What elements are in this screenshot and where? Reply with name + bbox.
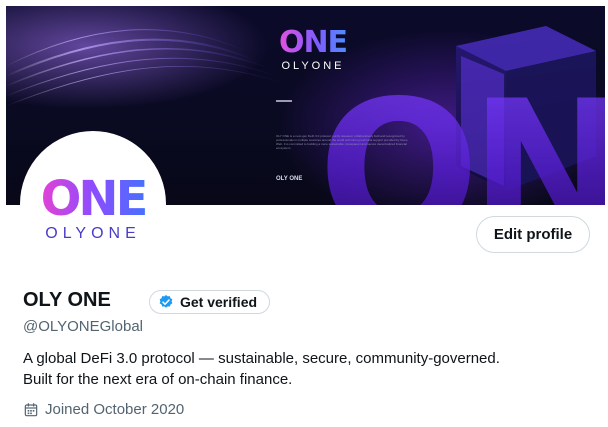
- banner-logo-olyone: OLYONE: [281, 60, 345, 72]
- banner-logo: ONE OLYONE: [268, 28, 358, 73]
- user-handle: @OLYONEGlobal: [23, 318, 143, 335]
- banner-divider: [276, 100, 292, 102]
- avatar[interactable]: ONE OLYONE: [20, 131, 166, 277]
- joined-date: Joined October 2020: [23, 401, 184, 418]
- verified-badge-icon: [159, 295, 173, 308]
- banner-tagline: OLY ONE: [276, 176, 303, 182]
- banner-logo-one: ONE: [268, 28, 358, 58]
- get-verified-button[interactable]: Get verified: [149, 290, 271, 314]
- avatar-logo-one: ONE: [24, 175, 162, 223]
- calendar-icon: [24, 402, 38, 416]
- banner-paragraph: OLY ONE is a next-gen DeFi 3.0 protocol,…: [276, 134, 408, 150]
- get-verified-label: Get verified: [180, 294, 258, 310]
- joined-label: Joined October 2020: [45, 401, 185, 418]
- profile-bio: A global DeFi 3.0 protocol — sustainable…: [23, 348, 583, 390]
- edit-profile-button[interactable]: Edit profile: [476, 216, 590, 253]
- avatar-logo-olyone: OLYONE: [45, 225, 141, 242]
- bio-line: A global DeFi 3.0 protocol — sustainable…: [23, 350, 500, 367]
- bio-line: Built for the next era of on-chain finan…: [23, 371, 293, 388]
- profile-page: ONE ONE OLYONE OLY ONE is a next-gen DeF…: [6, 6, 605, 427]
- display-name: OLY ONE: [23, 289, 111, 311]
